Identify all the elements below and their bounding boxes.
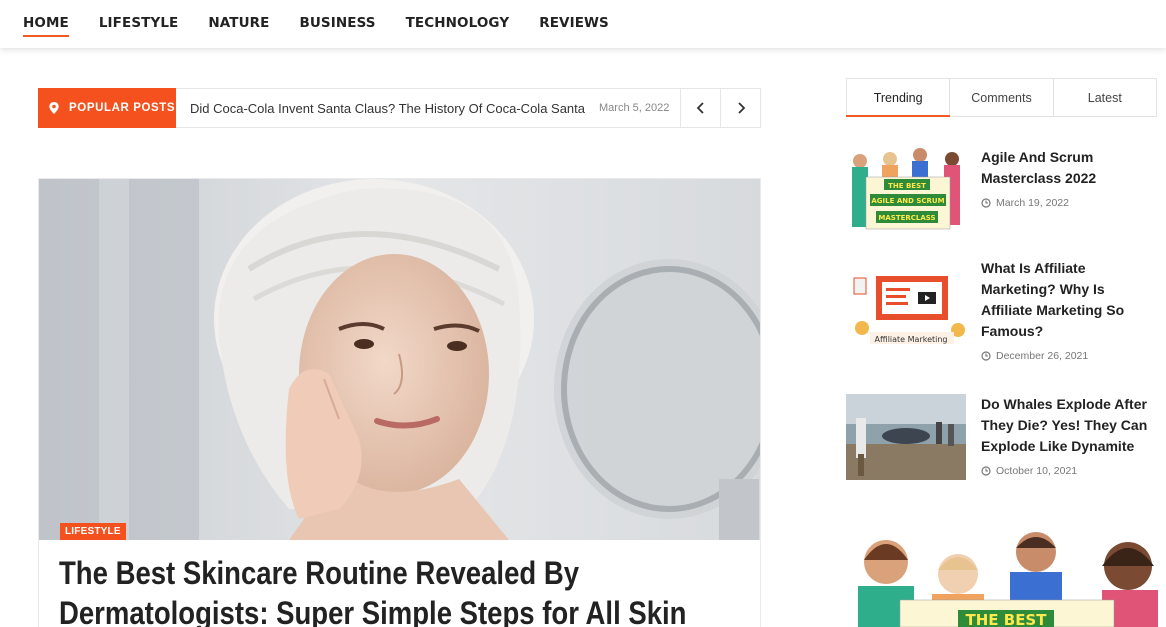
nav-item-reviews[interactable]: REVIEWS [539,14,609,32]
ticker-label: POPULAR POSTS [38,88,176,128]
nav-label: LIFESTYLE [98,15,179,31]
tab-trending[interactable]: Trending [845,79,951,117]
nav-item-home[interactable]: HOME [23,14,69,37]
sidebar-post[interactable]: THE BEST AGILE AND SCRUM MASTERCLASS Agi… [846,147,1166,237]
thumb-text: THE BEST [888,182,926,190]
post-date: October 10, 2021 [981,465,1077,477]
clock-icon [981,351,991,361]
popular-posts-ticker: POPULAR POSTS Did Coca-Cola Invent Santa… [38,88,761,128]
nav-item-business[interactable]: BUSINESS [299,14,375,32]
post-date-text: October 10, 2021 [996,465,1078,477]
ticker-title[interactable]: Did Coca-Cola Invent Santa Claus? The Hi… [190,101,585,116]
thumb-text: Affiliate Marketing [874,335,947,344]
tab-label: Latest [1087,90,1122,105]
thumb-text: MASTERCLASS [878,214,935,222]
ticker-date: March 5, 2022 [599,102,670,114]
nav-label: BUSINESS [299,15,376,31]
main-nav: HOME LIFESTYLE NATURE BUSINESS TECHNOLOG… [0,0,1166,48]
map-pin-icon [49,102,59,114]
tab-label: Comments [971,90,1032,105]
nav-item-lifestyle[interactable]: LIFESTYLE [99,14,179,32]
post-title[interactable]: What Is Affiliate Marketing? Why Is Affi… [981,258,1156,342]
post-date-text: December 26, 2021 [996,350,1089,362]
featured-image[interactable] [39,179,760,540]
tab-comments[interactable]: Comments [950,79,1054,116]
chevron-right-icon [737,102,745,114]
nav-label: HOME [23,15,69,31]
category-badge[interactable]: LIFESTYLE [60,523,126,540]
ticker-label-text: POPULAR POSTS [69,102,176,114]
tab-latest[interactable]: Latest [1054,79,1156,116]
ticker-item[interactable]: Did Coca-Cola Invent Santa Claus? The Hi… [176,89,680,127]
post-thumbnail[interactable] [846,394,966,480]
post-thumbnail[interactable]: Affiliate Marketing [846,258,966,344]
sidebar-tabs: Trending Comments Latest [845,78,1157,117]
featured-title[interactable]: The Best Skincare Routine Revealed By De… [59,553,747,627]
sidebar-post[interactable]: Affiliate Marketing What Is Affiliate Ma… [846,258,1166,368]
nav-item-nature[interactable]: NATURE [208,14,269,32]
chevron-left-icon [696,102,704,114]
post-title[interactable]: Agile And Scrum Masterclass 2022 [981,147,1156,189]
nav-item-technology[interactable]: TECHNOLOGY [406,14,510,32]
post-thumbnail[interactable]: THE BEST AGILE AND SCRUM MASTERCLASS [846,147,966,233]
ticker-next-button[interactable] [720,89,760,127]
post-date: December 26, 2021 [981,350,1088,362]
sidebar-post[interactable]: Do Whales Explode After They Die? Yes! T… [846,394,1166,484]
featured-article[interactable]: LIFESTYLE The Best Skincare Routine Reve… [38,178,761,627]
nav-list: HOME LIFESTYLE NATURE BUSINESS TECHNOLOG… [23,14,639,37]
thumb-text: AGILE AND SCRUM [871,197,944,205]
featured-title-line-1: The Best Skincare Routine Revealed By [59,555,580,591]
ad-text: THE BEST [966,611,1048,627]
tab-label: Trending [873,90,923,105]
clock-icon [981,466,991,476]
nav-label: REVIEWS [539,15,609,31]
featured-title-line-2: Dermatologists: Super Simple Steps for A… [59,595,687,627]
post-date: March 19, 2022 [981,197,1069,209]
ticker-prev-button[interactable] [680,89,720,127]
post-title[interactable]: Do Whales Explode After They Die? Yes! T… [981,394,1156,457]
nav-label: NATURE [208,15,270,31]
sidebar-ad-banner[interactable]: THE BEST [846,530,1166,627]
nav-label: TECHNOLOGY [405,15,510,31]
clock-icon [981,198,991,208]
post-date-text: March 19, 2022 [996,197,1069,209]
